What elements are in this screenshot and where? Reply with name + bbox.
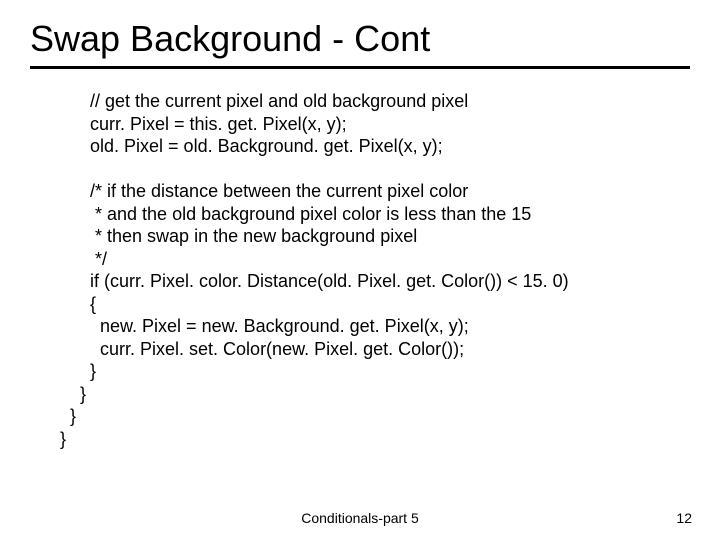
page-number: 12 [676,510,692,526]
slide: Swap Background - Cont // get the curren… [0,0,720,540]
slide-title: Swap Background - Cont [30,18,690,69]
footer-label: Conditionals-part 5 [0,510,720,526]
code-block: // get the current pixel and old backgro… [60,90,680,450]
